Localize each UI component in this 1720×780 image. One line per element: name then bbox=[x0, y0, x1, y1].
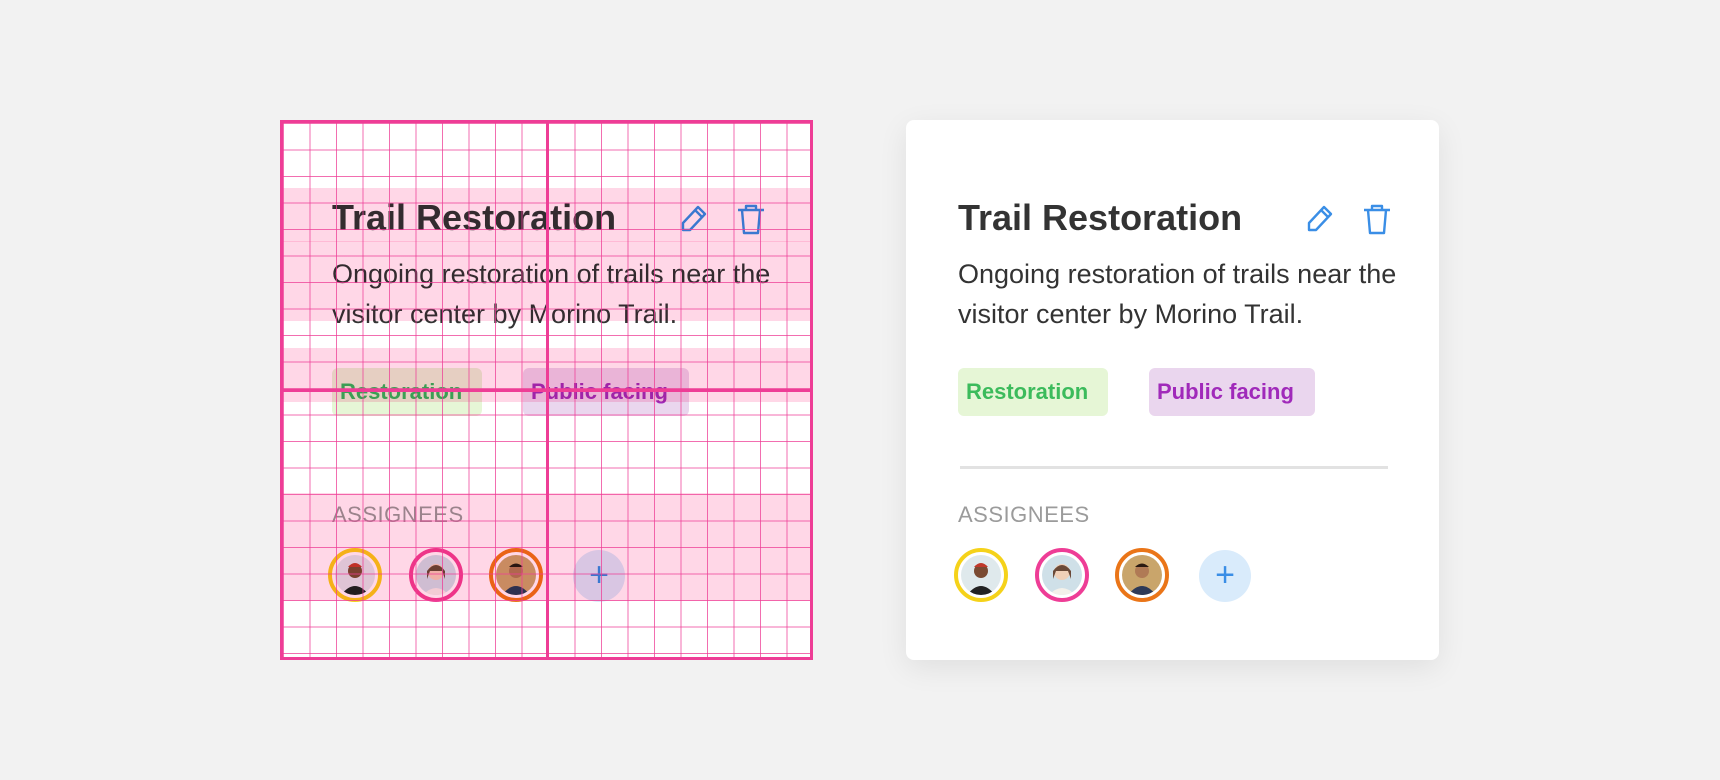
card-title: Trail Restoration bbox=[332, 197, 617, 238]
divider bbox=[960, 466, 1388, 469]
avatar-person-2-icon bbox=[1042, 555, 1082, 595]
avatar[interactable] bbox=[1035, 548, 1089, 602]
card-description: Ongoing restoration of trails near the v… bbox=[958, 259, 1397, 329]
card-title: Trail Restoration bbox=[958, 197, 1243, 238]
card: Trail Restoration Ongoing restoration of… bbox=[906, 120, 1439, 660]
avatar[interactable] bbox=[328, 548, 382, 602]
avatar[interactable] bbox=[409, 548, 463, 602]
trash-icon bbox=[738, 204, 764, 235]
edit-button[interactable] bbox=[678, 202, 710, 236]
avatar[interactable] bbox=[489, 548, 543, 602]
avatar-person-1-icon bbox=[335, 555, 375, 595]
avatar-person-1-icon bbox=[961, 555, 1001, 595]
delete-button[interactable] bbox=[735, 202, 767, 236]
trash-icon bbox=[1364, 204, 1390, 235]
delete-button[interactable] bbox=[1361, 202, 1393, 236]
card-description: Ongoing restoration of trails near the v… bbox=[332, 259, 771, 329]
plus-icon: + bbox=[589, 556, 609, 594]
pencil-icon bbox=[681, 205, 707, 232]
tag-restoration[interactable]: Restoration bbox=[332, 368, 482, 416]
grid-center-line-horizontal bbox=[283, 389, 810, 392]
tag-public-facing[interactable]: Public facing bbox=[1149, 368, 1315, 416]
avatar[interactable] bbox=[1115, 548, 1169, 602]
tag-restoration[interactable]: Restoration bbox=[958, 368, 1108, 416]
card-with-grid-overlay: Trail Restoration Ongoing restoration of… bbox=[280, 120, 813, 660]
avatar[interactable] bbox=[954, 548, 1008, 602]
avatar-person-3-icon bbox=[496, 555, 536, 595]
avatar-person-2-icon bbox=[416, 555, 456, 595]
add-assignee-button[interactable]: + bbox=[1199, 550, 1251, 602]
plus-icon: + bbox=[1215, 556, 1235, 594]
add-assignee-button[interactable]: + bbox=[573, 550, 625, 602]
assignees-label: ASSIGNEES bbox=[958, 502, 1090, 527]
assignees-label: ASSIGNEES bbox=[332, 502, 464, 527]
avatar-person-3-icon bbox=[1122, 555, 1162, 595]
edit-button[interactable] bbox=[1304, 202, 1336, 236]
pencil-icon bbox=[1307, 205, 1333, 232]
